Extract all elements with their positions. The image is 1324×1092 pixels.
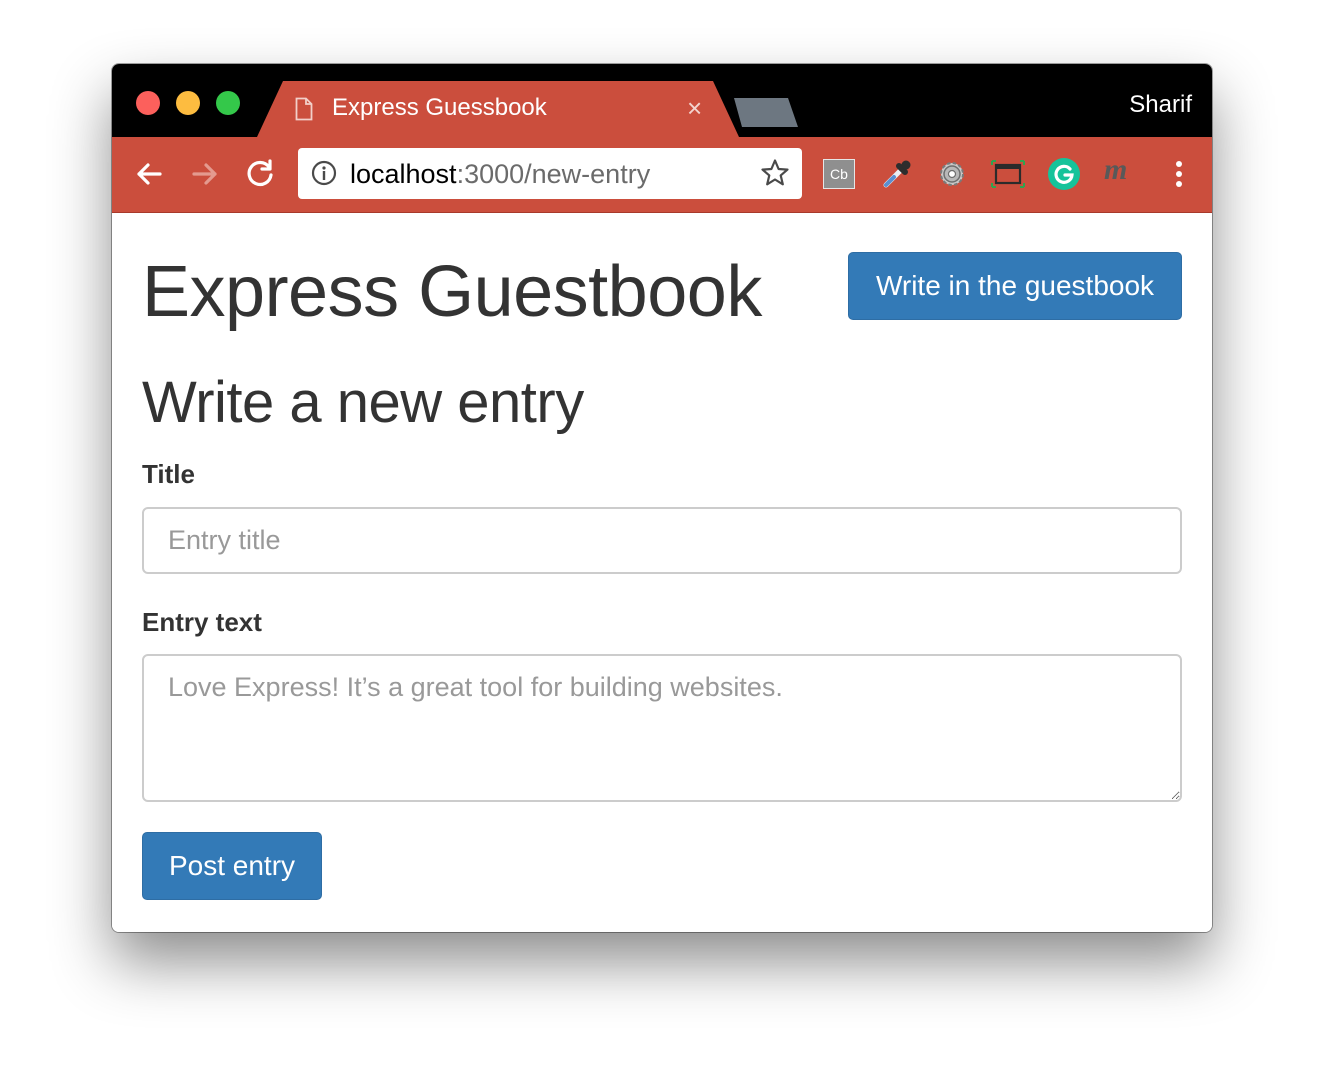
browser-window: Express Guessbook × Sharif localhost:300…	[112, 64, 1212, 932]
m-extension-icon[interactable]: m	[1104, 153, 1138, 187]
gear-extension-icon[interactable]	[935, 157, 969, 191]
back-arrow-icon[interactable]	[132, 157, 166, 191]
browser-tab-active[interactable]: Express Guessbook ×	[257, 81, 739, 137]
info-icon[interactable]	[311, 160, 337, 186]
title-bar: Express Guessbook × Sharif	[112, 64, 1212, 137]
forward-arrow-icon[interactable]	[188, 157, 222, 191]
page-content: Express Guestbook Write in the guestbook…	[112, 213, 1212, 932]
entry-text-label: Entry text	[142, 607, 262, 637]
title-input[interactable]	[142, 507, 1182, 574]
eyedropper-extension-icon[interactable]	[880, 157, 914, 191]
tab-close-icon[interactable]: ×	[687, 93, 702, 123]
url-text[interactable]: localhost:3000/new-entry	[350, 159, 650, 190]
title-label: Title	[142, 459, 195, 489]
new-tab-button[interactable]	[734, 98, 798, 127]
write-in-guestbook-button[interactable]: Write in the guestbook	[848, 252, 1182, 320]
more-menu-icon[interactable]	[1162, 157, 1196, 191]
close-window-button[interactable]	[136, 91, 160, 115]
minimize-window-button[interactable]	[176, 91, 200, 115]
document-icon	[295, 97, 313, 121]
url-host: localhost	[350, 159, 457, 189]
maximize-window-button[interactable]	[216, 91, 240, 115]
extension-cb-icon[interactable]: Cb	[823, 159, 855, 189]
entry-text-area[interactable]	[142, 654, 1182, 802]
site-title: Express Guestbook	[142, 252, 762, 332]
tab-title: Express Guessbook	[332, 94, 547, 121]
grammarly-extension-icon[interactable]	[1047, 157, 1081, 191]
url-path: :3000/new-entry	[456, 159, 651, 189]
profile-name[interactable]: Sharif	[1129, 91, 1192, 119]
bookmark-star-icon[interactable]	[760, 158, 790, 188]
post-entry-button[interactable]: Post entry	[142, 832, 322, 900]
reload-icon[interactable]	[243, 157, 277, 191]
page-heading: Write a new entry	[142, 370, 584, 435]
browser-toolbar: localhost:3000/new-entry Cb m	[112, 137, 1212, 213]
window-resizer-extension-icon[interactable]	[991, 157, 1025, 191]
address-bar[interactable]: localhost:3000/new-entry	[298, 148, 802, 199]
